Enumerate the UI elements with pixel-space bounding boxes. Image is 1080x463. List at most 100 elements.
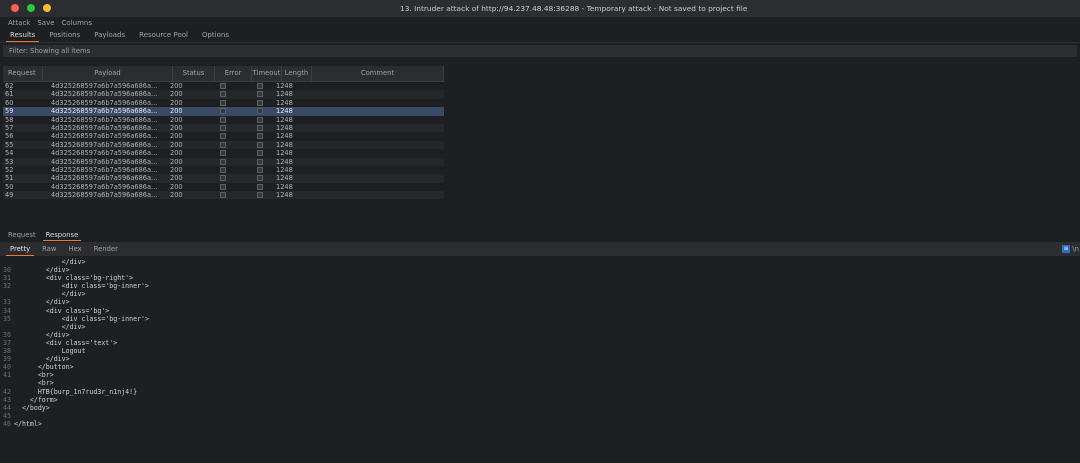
error-checkbox: [220, 158, 226, 165]
maximize-window-button[interactable]: [27, 4, 35, 12]
cell-length: 1248: [276, 132, 293, 141]
cell-status: 200: [170, 191, 183, 200]
table-row[interactable]: 60 4d325268597a6b7a596a686a... 200 1248: [3, 99, 444, 107]
cell-timeout: [235, 132, 271, 140]
tab-payloads[interactable]: Payloads: [87, 29, 132, 42]
line-number: 44: [3, 403, 11, 412]
cell-length: 1248: [276, 107, 293, 116]
code-line: <br>: [0, 379, 1080, 387]
cell-timeout: [235, 141, 271, 149]
newline-toggle[interactable]: \n: [1072, 242, 1079, 256]
table-row[interactable]: 49 4d325268597a6b7a596a686a... 200 1248: [3, 191, 444, 200]
tab-request[interactable]: Request: [3, 229, 41, 241]
timeout-checkbox: [257, 99, 263, 106]
timeout-checkbox: [257, 108, 263, 115]
table-row[interactable]: 58 4d325268597a6b7a596a686a... 200 1248: [3, 116, 444, 124]
timeout-checkbox: [257, 192, 263, 199]
code-text: Logout: [14, 347, 86, 356]
cell-length: 1248: [276, 191, 293, 200]
response-view-tabs: Pretty Raw Hex Render ≡ \n: [0, 242, 1080, 256]
tab-pretty[interactable]: Pretty: [4, 242, 36, 256]
code-line: 46 </html>: [0, 420, 1080, 428]
table-row[interactable]: 55 4d325268597a6b7a596a686a... 200 1248: [3, 140, 444, 150]
column-header-error[interactable]: Error: [215, 66, 252, 81]
wrap-lines-icon[interactable]: ≡: [1062, 245, 1070, 253]
timeout-checkbox: [257, 158, 263, 165]
close-window-button[interactable]: [11, 4, 19, 12]
column-header-comment[interactable]: Comment: [312, 66, 444, 81]
column-header-timeout[interactable]: Timeout: [252, 66, 282, 81]
code-text: </button>: [14, 363, 74, 372]
cell-timeout: [235, 82, 271, 90]
column-header-payload[interactable]: Payload: [43, 66, 173, 81]
code-line: </div>: [0, 323, 1080, 331]
cell-request: 57: [5, 123, 14, 132]
minimize-window-button[interactable]: [43, 4, 51, 12]
tab-raw[interactable]: Raw: [36, 242, 62, 256]
code-line: 45: [0, 412, 1080, 420]
cell-length: 1248: [276, 174, 293, 183]
code-line: 44 </body>: [0, 404, 1080, 412]
tab-options[interactable]: Options: [195, 29, 236, 42]
table-row[interactable]: 59 4d325268597a6b7a596a686a... 200 1248: [3, 107, 444, 116]
menu-save[interactable]: Save: [37, 19, 54, 27]
cell-error: [198, 116, 235, 124]
line-number: 32: [3, 282, 11, 291]
column-header-status[interactable]: Status: [173, 66, 215, 81]
cell-payload: 4d325268597a6b7a596a686a...: [51, 82, 158, 90]
code-text: </div>: [14, 355, 70, 364]
code-line: </div>: [0, 290, 1080, 298]
tab-positions[interactable]: Positions: [42, 29, 87, 42]
code-line: 32 <div class='bg-inner'>: [0, 282, 1080, 290]
menu-bar: Attack Save Columns: [0, 17, 1080, 29]
cell-request: 62: [5, 82, 14, 90]
tab-results[interactable]: Results: [3, 29, 42, 42]
tab-resource-pool[interactable]: Resource Pool: [132, 29, 195, 42]
cell-status: 200: [170, 90, 183, 99]
column-header-request[interactable]: Request ⌄: [3, 66, 43, 92]
code-line: 41 <br>: [0, 371, 1080, 379]
line-number: 43: [3, 395, 11, 404]
code-line: 39 </div>: [0, 355, 1080, 363]
table-row[interactable]: 53 4d325268597a6b7a596a686a... 200 1248: [3, 157, 444, 166]
cell-length: 1248: [276, 165, 293, 174]
menu-attack[interactable]: Attack: [8, 19, 30, 27]
column-header-length[interactable]: Length: [282, 66, 312, 81]
cell-payload: 4d325268597a6b7a596a686a...: [51, 174, 158, 183]
menu-columns[interactable]: Columns: [62, 19, 92, 27]
table-row[interactable]: 54 4d325268597a6b7a596a686a... 200 1248: [3, 149, 444, 157]
tab-hex[interactable]: Hex: [62, 242, 87, 256]
cell-payload: 4d325268597a6b7a596a686a...: [51, 115, 158, 124]
table-row[interactable]: 57 4d325268597a6b7a596a686a... 200 1248: [3, 123, 444, 133]
error-checkbox: [220, 150, 226, 157]
timeout-checkbox: [257, 183, 263, 190]
cell-payload: 4d325268597a6b7a596a686a...: [51, 123, 158, 132]
cell-length: 1248: [276, 140, 293, 149]
cell-timeout: [235, 124, 271, 132]
table-row[interactable]: 56 4d325268597a6b7a596a686a... 200 1248: [3, 132, 444, 140]
cell-status: 200: [170, 182, 183, 191]
line-number: 33: [3, 298, 11, 307]
filter-bar[interactable]: Filter: Showing all items: [3, 45, 1077, 57]
results-table: Request ⌄ Payload Status Error Timeout L…: [3, 66, 444, 200]
code-text: HTB{burp_1n7rud3r_n1nj4!}: [14, 387, 138, 396]
tab-response[interactable]: Response: [41, 229, 84, 241]
timeout-checkbox: [257, 141, 263, 148]
table-row[interactable]: 61 4d325268597a6b7a596a686a... 200 1248: [3, 90, 444, 99]
table-row[interactable]: 62 4d325268597a6b7a596a686a... 200 1248: [3, 82, 444, 90]
table-row[interactable]: 51 4d325268597a6b7a596a686a... 200 1248: [3, 174, 444, 183]
timeout-checkbox: [257, 124, 263, 131]
code-text: <div class='bg-inner'>: [14, 282, 149, 291]
code-text: </form>: [14, 395, 58, 404]
line-number: 39: [3, 355, 11, 364]
cell-request: 52: [5, 165, 14, 174]
code-line: 43 </form>: [0, 396, 1080, 404]
response-editor[interactable]: </div> 30 </div> 31 <div class='bg-right'>…: [0, 258, 1080, 428]
table-row[interactable]: 52 4d325268597a6b7a596a686a... 200 1248: [3, 166, 444, 174]
table-row[interactable]: 50 4d325268597a6b7a596a686a... 200 1248: [3, 183, 444, 191]
code-line: </div>: [0, 258, 1080, 266]
line-number: [0, 323, 14, 331]
code-text: </div>: [14, 266, 70, 275]
tab-render[interactable]: Render: [88, 242, 124, 256]
table-header: Request ⌄ Payload Status Error Timeout L…: [3, 66, 444, 92]
